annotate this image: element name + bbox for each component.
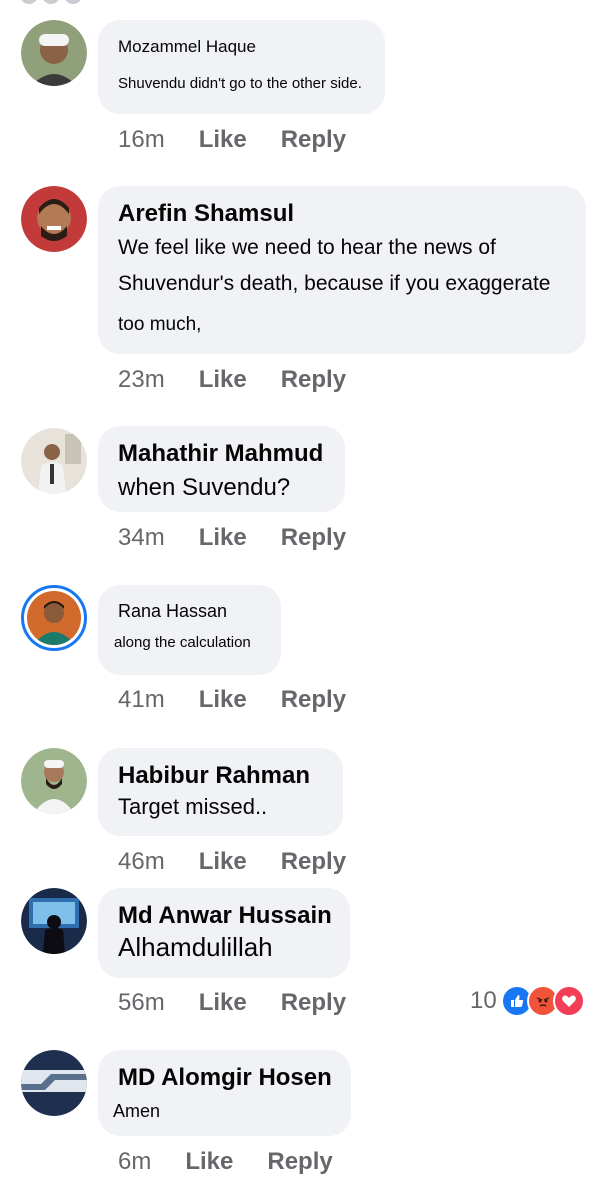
reaction-summary[interactable]: 10 — [470, 985, 585, 1017]
previous-avatars — [20, 0, 110, 4]
comment-actions: 6m Like Reply — [118, 1148, 333, 1176]
reply-button[interactable]: Reply — [281, 848, 346, 876]
timestamp: 6m — [118, 1148, 152, 1175]
love-icon — [552, 985, 585, 1017]
comment-actions: 23m Like Reply — [118, 366, 346, 394]
commenter-name[interactable]: Mahathir Mahmud — [118, 440, 323, 468]
comment-text-line: too much, — [118, 314, 202, 335]
reply-button[interactable]: Reply — [281, 524, 346, 552]
timestamp: 34m — [118, 524, 165, 551]
comment-bubble: Mahathir Mahmud when Suvendu? — [98, 426, 345, 512]
comment-actions: 56m Like Reply — [118, 989, 346, 1017]
reply-button[interactable]: Reply — [281, 126, 346, 154]
comment-text: Shuvendu didn't go to the other side. — [118, 75, 362, 92]
reply-button[interactable]: Reply — [281, 366, 346, 394]
comment-text: Amen — [113, 1101, 161, 1121]
comment-bubble: Rana Hassan along the calculation — [98, 585, 281, 675]
avatar[interactable] — [21, 888, 87, 954]
avatar[interactable] — [21, 20, 87, 86]
comment-text-line: We feel like we need to hear the news of — [118, 236, 496, 259]
commenter-name[interactable]: MD Alomgir Hosen — [118, 1064, 332, 1092]
avatar[interactable] — [21, 186, 87, 252]
commenter-name[interactable]: Arefin Shamsul — [118, 200, 294, 228]
comment-text: along the calculation — [114, 634, 251, 651]
comment-text: when Suvendu? — [118, 474, 291, 501]
commenter-name[interactable]: Md Anwar Hussain — [118, 902, 332, 930]
timestamp: 46m — [118, 848, 165, 875]
like-button[interactable]: Like — [199, 848, 247, 876]
comment-text-line: Shuvendur's death, because if you exagge… — [118, 272, 551, 295]
reaction-count: 10 — [470, 987, 497, 1014]
commenter-name[interactable]: Rana Hassan — [118, 601, 227, 622]
like-button[interactable]: Like — [199, 989, 247, 1017]
avatar[interactable] — [21, 1050, 87, 1116]
timestamp: 16m — [118, 126, 165, 153]
comment-text: Alhamdulillah — [118, 932, 273, 962]
avatar-with-story-ring[interactable] — [21, 585, 87, 651]
like-button[interactable]: Like — [199, 686, 247, 714]
timestamp: 56m — [118, 989, 165, 1016]
avatar[interactable] — [21, 428, 87, 494]
comment-actions: 41m Like Reply — [118, 686, 346, 714]
timestamp: 23m — [118, 366, 165, 393]
reply-button[interactable]: Reply — [267, 1148, 332, 1176]
like-button[interactable]: Like — [199, 524, 247, 552]
timestamp: 41m — [118, 686, 165, 713]
reply-button[interactable]: Reply — [281, 686, 346, 714]
like-button[interactable]: Like — [199, 126, 247, 154]
commenter-name[interactable]: Mozammel Haque — [118, 37, 256, 57]
like-button[interactable]: Like — [199, 366, 247, 394]
comment-bubble: Md Anwar Hussain Alhamdulillah — [98, 888, 350, 978]
comment-bubble: Arefin Shamsul We feel like we need to h… — [98, 186, 586, 354]
reply-button[interactable]: Reply — [281, 989, 346, 1017]
comment-actions: 46m Like Reply — [118, 848, 346, 876]
like-button[interactable]: Like — [185, 1148, 233, 1176]
comment-text: Target missed.. — [118, 794, 268, 819]
comment-actions: 16m Like Reply — [118, 126, 346, 154]
comment-bubble: Habibur Rahman Target missed.. — [98, 748, 343, 836]
comment-bubble: Mozammel Haque Shuvendu didn't go to the… — [98, 20, 385, 114]
comment-bubble: MD Alomgir Hosen Amen — [98, 1050, 351, 1136]
comment-actions: 34m Like Reply — [118, 524, 346, 552]
avatar[interactable] — [21, 748, 87, 814]
commenter-name[interactable]: Habibur Rahman — [118, 762, 310, 790]
